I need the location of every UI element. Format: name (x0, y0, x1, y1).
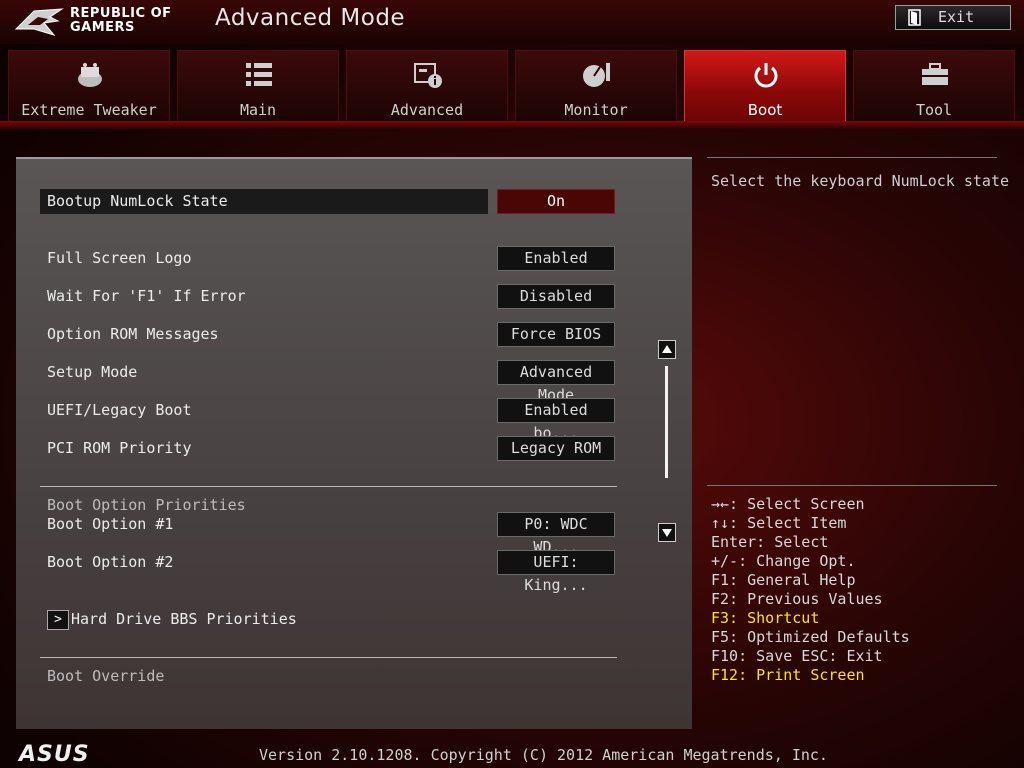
brand-line-1: REPUBLIC OF (70, 6, 172, 21)
tab-monitor[interactable]: Monitor (515, 50, 677, 122)
numlock-value-button[interactable]: On (497, 189, 615, 214)
tab-tool[interactable]: Tool (853, 50, 1015, 122)
asus-logo: ASUS (17, 742, 90, 765)
key-hint: Enter: Select (711, 533, 829, 551)
setting-label[interactable]: UEFI/Legacy Boot (47, 401, 192, 419)
help-divider (707, 157, 997, 158)
boot-option-1-value-button[interactable]: P0: WDC WD... (497, 512, 615, 556)
tab-strip-divider (0, 121, 1024, 129)
section-divider (40, 486, 617, 487)
settings-panel: Bootup NumLock State On Full Screen Logo… (16, 157, 692, 729)
tab-label: Tool (915, 101, 953, 119)
setup-mode-value-button[interactable]: Advanced Mode (497, 360, 615, 404)
triangle-up-icon (662, 345, 672, 353)
section-divider (40, 657, 617, 658)
help-description: Select the keyboard NumLock state (711, 172, 1010, 190)
exit-button[interactable]: Exit (895, 5, 1011, 30)
rog-eye-icon (14, 8, 64, 36)
toolbox-icon (922, 63, 948, 85)
setting-label[interactable]: Wait For 'F1' If Error (47, 287, 246, 305)
setting-label[interactable]: Boot Option #1 (47, 515, 173, 533)
power-icon (754, 63, 778, 88)
setting-label[interactable]: Boot Option #2 (47, 553, 173, 571)
pci-rom-value-button[interactable]: Legacy ROM (497, 436, 615, 461)
key-hint: F2: Previous Values (711, 590, 883, 608)
key-hint: +/-: Change Opt. (711, 552, 856, 570)
setting-label[interactable]: Bootup NumLock State (47, 192, 228, 210)
top-header-bar: REPUBLIC OF GAMERS Advanced Mode Exit (0, 0, 1024, 44)
section-heading: Boot Override (47, 667, 165, 685)
scroll-down-button[interactable] (658, 523, 676, 542)
page-title: Advanced Mode (215, 5, 406, 31)
version-footer: Version 2.10.1208. Copyright (C) 2012 Am… (259, 746, 828, 764)
key-hint: F10: Save ESC: Exit (711, 647, 883, 665)
section-heading: Boot Option Priorities (47, 496, 246, 514)
triangle-down-icon (662, 529, 672, 537)
setting-label[interactable]: Setup Mode (47, 363, 137, 381)
setting-label[interactable]: PCI ROM Priority (47, 439, 192, 457)
tab-label: Advanced (390, 101, 464, 119)
exit-label: Exit (938, 8, 975, 26)
key-hint-print-screen[interactable]: F12: Print Screen (711, 666, 865, 684)
asus-logo-text: ASUS (17, 742, 90, 765)
advanced-icon (414, 63, 442, 88)
brand-line-2: GAMERS (70, 20, 135, 35)
tab-label: Main (239, 101, 277, 119)
scroll-up-button[interactable] (658, 340, 676, 359)
tab-extreme-tweaker[interactable]: Extreme Tweaker (8, 50, 170, 122)
submenu-hdd-bbs[interactable]: Hard Drive BBS Priorities (71, 610, 297, 628)
rog-logo: REPUBLIC OF GAMERS (14, 3, 184, 41)
key-hint: F5: Optimized Defaults (711, 628, 910, 646)
key-hint: ↑↓: Select Item (711, 514, 847, 532)
list-icon (246, 63, 272, 86)
key-hint-shortcut[interactable]: F3: Shortcut (711, 609, 819, 627)
chevron-right-icon[interactable]: > (47, 610, 69, 630)
setting-label[interactable]: Full Screen Logo (47, 249, 192, 267)
setting-label[interactable]: Option ROM Messages (47, 325, 219, 343)
option-rom-value-button[interactable]: Force BIOS (497, 322, 615, 347)
door-exit-icon (908, 9, 921, 26)
tab-boot[interactable]: Boot (684, 50, 846, 122)
wait-f1-value-button[interactable]: Disabled (497, 284, 615, 309)
tab-label: Extreme Tweaker (21, 101, 157, 119)
key-hint: →←: Select Screen (711, 495, 865, 513)
key-hint: F1: General Help (711, 571, 856, 589)
tab-label: Boot (747, 101, 783, 119)
monitor-icon (583, 63, 610, 87)
tab-main[interactable]: Main (177, 50, 339, 122)
scrollbar-thumb[interactable] (665, 366, 668, 478)
boot-option-2-value-button[interactable]: UEFI: King... (497, 550, 615, 594)
keys-divider (707, 485, 997, 486)
tab-label: Monitor (564, 101, 628, 119)
tweaker-icon (78, 63, 102, 87)
fullscreen-logo-value-button[interactable]: Enabled (497, 246, 615, 271)
uefi-legacy-value-button[interactable]: Enabled bo... (497, 398, 615, 442)
tab-advanced[interactable]: Advanced (346, 50, 508, 122)
